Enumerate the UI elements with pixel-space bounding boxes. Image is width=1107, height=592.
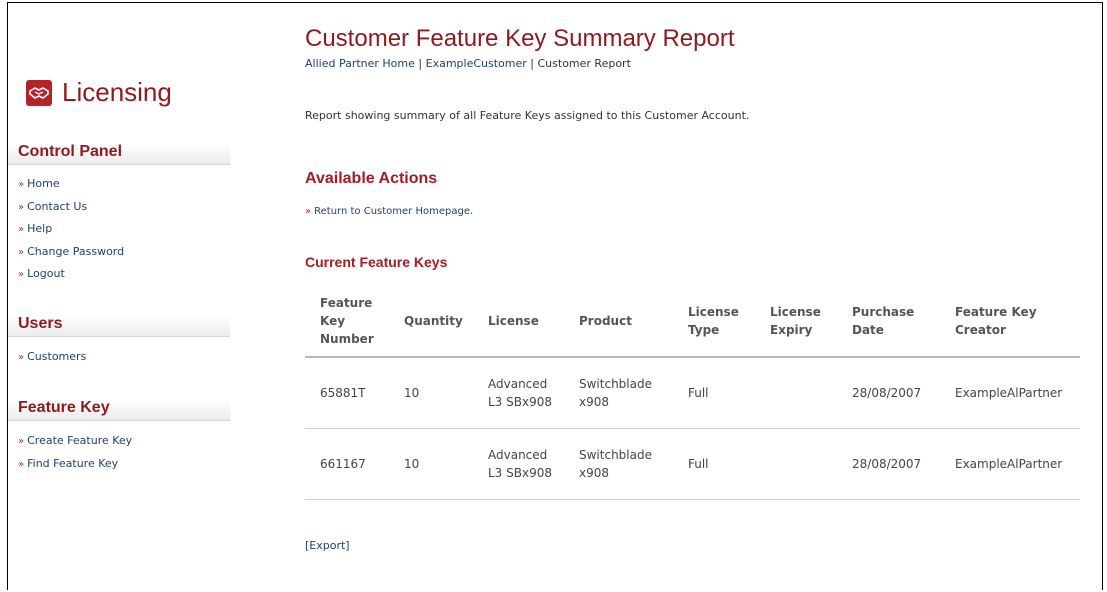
table-header-row: Feature Key Number Quantity License Prod… bbox=[305, 286, 1080, 358]
column-header[interactable]: Quantity bbox=[389, 286, 473, 358]
chevron-right-icon: » bbox=[18, 436, 25, 447]
table-cell bbox=[755, 428, 837, 500]
sidebar-item-find-feature-key[interactable]: » Find Feature Key bbox=[18, 457, 132, 480]
table-cell: ExampleAlPartner bbox=[940, 428, 1080, 500]
sidebar-item-logout[interactable]: » Logout bbox=[18, 267, 124, 290]
page-title: Customer Feature Key Summary Report bbox=[305, 25, 735, 52]
users-menu: » Customers bbox=[18, 350, 86, 373]
table-cell: ExampleAlPartner bbox=[940, 357, 1080, 429]
section-control-panel: Control Panel bbox=[8, 143, 230, 165]
chevron-right-icon: » bbox=[18, 458, 25, 470]
brand-logo[interactable]: Licensing bbox=[26, 77, 172, 108]
table-cell: Switchblade x908 bbox=[564, 428, 673, 500]
handshake-icon bbox=[26, 79, 52, 106]
chevron-right-icon: » bbox=[18, 352, 25, 363]
breadcrumb-home-link[interactable]: Allied Partner Home bbox=[305, 57, 415, 70]
column-header[interactable]: Feature Key Creator bbox=[940, 286, 1080, 358]
column-header[interactable]: Product bbox=[564, 286, 673, 358]
column-header[interactable]: License Expiry bbox=[755, 286, 837, 358]
chevron-right-icon: » bbox=[18, 224, 25, 235]
sidebar-item-label[interactable]: Change Password bbox=[27, 245, 124, 258]
sidebar-item-customers[interactable]: » Customers bbox=[18, 350, 86, 373]
table-cell: Switchblade x908 bbox=[564, 357, 673, 429]
sidebar-item-create-feature-key[interactable]: » Create Feature Key bbox=[18, 434, 132, 457]
sidebar-item-label[interactable]: Home bbox=[27, 177, 59, 190]
sidebar-item-label[interactable]: Find Feature Key bbox=[27, 457, 118, 470]
section-users: Users bbox=[8, 315, 230, 337]
table-cell: 28/08/2007 bbox=[837, 428, 940, 500]
action-link-label[interactable]: Return to Customer Homepage. bbox=[314, 206, 473, 217]
sidebar-item-contact-us[interactable]: » Contact Us bbox=[18, 200, 124, 223]
current-feature-keys-heading: Current Feature Keys bbox=[305, 254, 448, 270]
sidebar-item-label[interactable]: Create Feature Key bbox=[27, 434, 132, 447]
sidebar-item-label[interactable]: Customers bbox=[27, 350, 86, 363]
chevron-right-icon: » bbox=[18, 246, 25, 258]
action-return-customer-homepage[interactable]: » Return to Customer Homepage. bbox=[305, 206, 473, 217]
export-link[interactable]: [Export] bbox=[305, 539, 350, 552]
table-row: 661167 10 Advanced L3 SBx908 Switchblade… bbox=[305, 428, 1080, 500]
sidebar-item-change-password[interactable]: » Change Password bbox=[18, 245, 124, 268]
chevron-right-icon: » bbox=[305, 206, 312, 217]
column-header[interactable]: License bbox=[473, 286, 564, 358]
breadcrumb-separator: | bbox=[530, 57, 534, 70]
table-cell: 661167 bbox=[305, 428, 389, 500]
feature-keys-table: Feature Key Number Quantity License Prod… bbox=[305, 286, 1080, 500]
breadcrumb-separator: | bbox=[418, 57, 423, 70]
column-header[interactable]: License Type bbox=[673, 286, 755, 358]
column-header[interactable]: Purchase Date bbox=[837, 286, 940, 358]
control-panel-menu: » Home » Contact Us » Help » Change Password… bbox=[18, 177, 124, 290]
section-feature-key: Feature Key bbox=[8, 399, 230, 421]
sidebar-item-label[interactable]: Contact Us bbox=[27, 200, 87, 213]
chevron-right-icon: » bbox=[18, 179, 25, 190]
table-row: 65881T 10 Advanced L3 SBx908 Switchblade… bbox=[305, 357, 1080, 429]
table-cell: Full bbox=[673, 428, 755, 500]
breadcrumb-customer-link[interactable]: ExampleCustomer bbox=[426, 57, 527, 70]
table-cell: Advanced L3 SBx908 bbox=[473, 357, 564, 429]
report-description: Report showing summary of all Feature Ke… bbox=[305, 109, 750, 122]
breadcrumb: Allied Partner Home | ExampleCustomer | … bbox=[305, 57, 631, 70]
sidebar-item-label[interactable]: Help bbox=[27, 222, 52, 235]
table-cell: 28/08/2007 bbox=[837, 357, 940, 429]
sidebar-item-help[interactable]: » Help bbox=[18, 222, 124, 245]
feature-key-menu: » Create Feature Key » Find Feature Key bbox=[18, 434, 132, 479]
sidebar-item-label[interactable]: Logout bbox=[27, 267, 65, 280]
breadcrumb-current: Customer Report bbox=[537, 57, 631, 70]
chevron-right-icon: » bbox=[18, 201, 25, 213]
table-cell: 10 bbox=[389, 357, 473, 429]
sidebar-item-home[interactable]: » Home bbox=[18, 177, 124, 200]
table-cell: Full bbox=[673, 357, 755, 429]
export-link-wrapper: [Export] bbox=[305, 539, 350, 552]
chevron-right-icon: » bbox=[18, 269, 25, 280]
table-cell: 65881T bbox=[305, 357, 389, 429]
table-cell bbox=[755, 357, 837, 429]
table-cell: 10 bbox=[389, 428, 473, 500]
column-header[interactable]: Feature Key Number bbox=[305, 286, 389, 358]
table-cell: Advanced L3 SBx908 bbox=[473, 428, 564, 500]
brand-name: Licensing bbox=[62, 77, 172, 107]
available-actions-heading: Available Actions bbox=[305, 170, 438, 187]
